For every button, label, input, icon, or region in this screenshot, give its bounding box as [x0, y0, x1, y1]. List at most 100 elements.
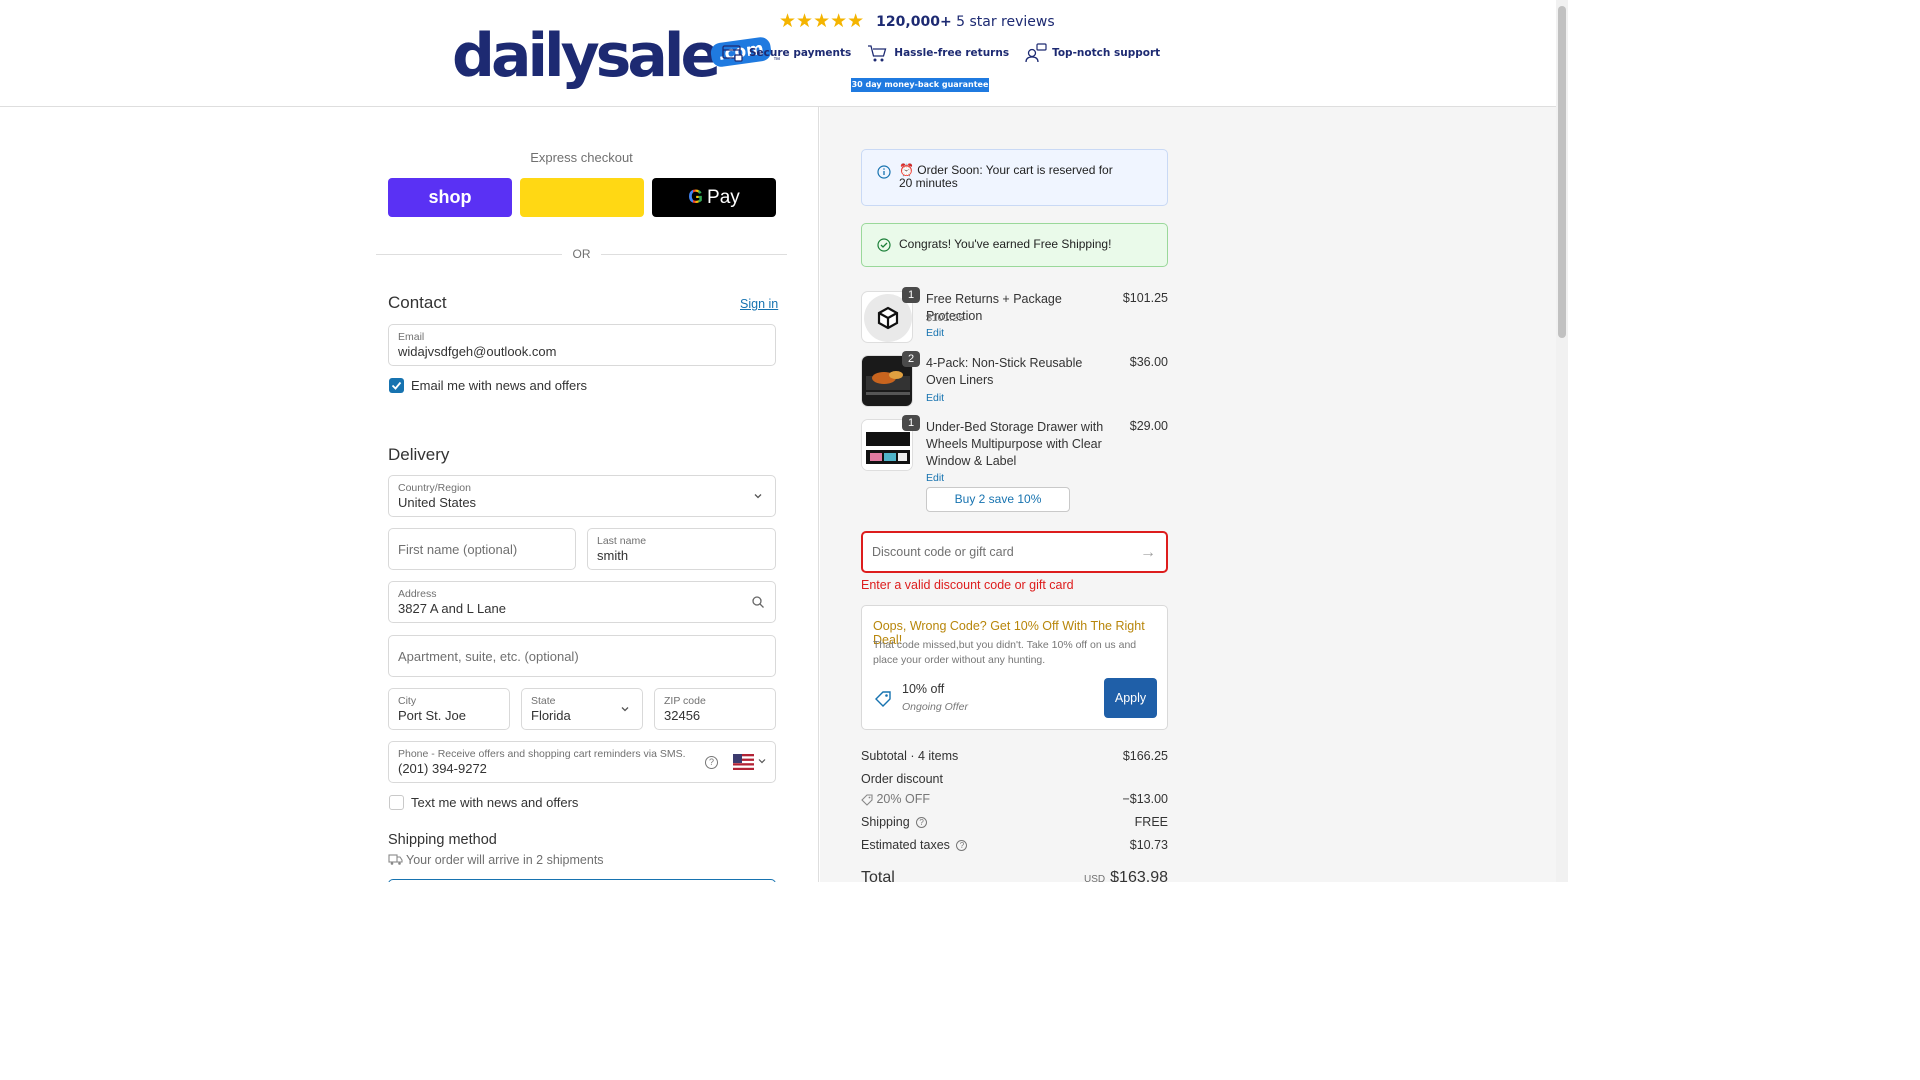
subtotal-value: $166.25: [1122, 749, 1168, 763]
shop-pay-button[interactable]: shop: [388, 178, 512, 217]
tag-icon: [875, 691, 891, 707]
first-name-placeholder: First name (optional): [398, 542, 518, 557]
item-name: 4-Pack: Non-Stick Reusable Oven Liners: [926, 356, 1083, 387]
email-label: Email: [398, 331, 425, 343]
chevron-down-icon: [621, 707, 629, 712]
phone-label: Phone - Receive offers and shopping cart…: [398, 748, 686, 760]
order-summary: ⏰ Order Soon: Your cart is reserved for …: [820, 107, 1556, 882]
cart-return-icon: [868, 45, 887, 62]
checkout-form: Express checkout shop G Pay OR Contact S…: [0, 107, 819, 882]
search-icon: [752, 596, 764, 608]
deal-offer-sub: Ongoing Offer: [902, 701, 968, 713]
contact-heading: Contact: [388, 293, 447, 312]
cart-item: 2 4-Pack: Non-Stick Reusable Oven Liners…: [861, 351, 1168, 415]
taxes-row: Estimated taxes ? $10.73: [861, 838, 1168, 852]
truck-icon: [388, 854, 403, 865]
phone-field[interactable]: Phone - Receive offers and shopping cart…: [388, 741, 776, 783]
logo-word: dailysale: [452, 21, 721, 91]
first-name-field[interactable]: First name (optional): [388, 528, 576, 570]
shipping-method-heading: Shipping method: [388, 832, 497, 848]
discount-code-input[interactable]: Discount code or gift card →: [861, 531, 1168, 573]
item-subprice: $101.25: [926, 312, 964, 324]
total-label: Total: [861, 869, 895, 882]
email-field[interactable]: Email widajvsdfgeh@outlook.com: [388, 324, 776, 366]
google-pay-button[interactable]: G Pay: [652, 178, 776, 217]
deal-body: That code missed,but you didn't. Take 10…: [873, 639, 1137, 666]
paypal-button[interactable]: [520, 178, 644, 217]
last-name-field[interactable]: Last name smith: [587, 528, 776, 570]
shipping-value: FREE: [1134, 815, 1168, 829]
email-news-label: Email me with news and offers: [411, 378, 588, 393]
star-rating-icon: ★★★★★: [779, 11, 865, 32]
shipments-note: Your order will arrive in 2 shipments: [406, 853, 604, 867]
reviews-banner: ★★★★★ 120,000+ 5 star reviews: [779, 10, 1055, 33]
cart-reserved-notice: ⏰ Order Soon: Your cart is reserved for …: [861, 149, 1168, 206]
item-price: $29.00: [1129, 419, 1168, 433]
help-icon[interactable]: ?: [916, 817, 928, 829]
badge-hassle-free-returns: Hassle-free returns: [867, 43, 1009, 63]
item-price: $36.00: [1129, 355, 1168, 369]
us-flag-icon[interactable]: [733, 754, 754, 770]
discount-code-row: 20% OFF −$13.00: [861, 792, 1168, 806]
zip-field[interactable]: ZIP code 32456: [654, 688, 776, 730]
help-icon[interactable]: ?: [705, 756, 718, 769]
address-label: Address: [398, 588, 437, 600]
page-scrollbar[interactable]: [1556, 0, 1568, 882]
address-field[interactable]: Address 3827 A and L Lane: [388, 581, 776, 623]
zip-label: ZIP code: [664, 695, 706, 707]
reviews-count: 120,000+: [876, 13, 952, 30]
email-value: widajvsdfgeh@outlook.com: [398, 344, 557, 359]
cart-reserved-text: Order Soon: Your cart is reserved for 20…: [899, 163, 1113, 190]
state-label: State: [531, 695, 556, 707]
item-edit-link[interactable]: Edit: [926, 472, 944, 484]
apply-deal-button[interactable]: Apply: [1104, 678, 1157, 718]
item-quantity-badge: 2: [902, 351, 920, 367]
currency-label: USD: [1084, 874, 1106, 882]
header: dailysale .com ™ ★★★★★ 120,000+ 5 star r…: [0, 0, 1556, 107]
alarm-clock-icon: ⏰: [899, 163, 914, 177]
badge-top-notch-support: Top-notch support: [1025, 43, 1160, 63]
money-back-guarantee-banner: 30 day money-back guarantee: [851, 78, 989, 92]
sign-in-link[interactable]: Sign in: [740, 297, 778, 311]
discount-placeholder: Discount code or gift card: [872, 545, 1014, 559]
help-icon[interactable]: ?: [956, 840, 968, 852]
shipping-label: Shipping: [861, 815, 910, 829]
deal-offer-box: Oops, Wrong Code? Get 10% Off With The R…: [861, 605, 1168, 730]
cart-item: 1 Free Returns + Package Protection $101…: [861, 287, 1168, 351]
phone-value: (201) 394-9272: [398, 761, 487, 776]
trust-badges: Secure payments Hassle-free returns Top-…: [722, 43, 1160, 63]
sms-news-checkbox[interactable]: [389, 795, 404, 810]
info-icon: [877, 165, 891, 179]
tag-icon: [861, 794, 873, 806]
zip-value: 32456: [664, 708, 701, 723]
or-divider: OR: [376, 245, 787, 265]
item-price: $101.25: [1122, 291, 1168, 305]
country-select[interactable]: Country/Region United States: [388, 475, 776, 517]
free-shipping-notice: Congrats! You've earned Free Shipping!: [861, 223, 1168, 267]
badge-secure-payments: Secure payments: [722, 43, 851, 63]
city-label: City: [398, 695, 417, 707]
discount-error-message: Enter a valid discount code or gift card: [861, 578, 1074, 592]
express-checkout-label: Express checkout: [530, 150, 633, 165]
cart-item: 1 Under-Bed Storage Drawer with Wheels M…: [861, 415, 1168, 489]
support-agent-icon: [1025, 43, 1047, 63]
email-news-checkbox[interactable]: [389, 378, 404, 393]
total-row: Total USD $163.98: [861, 869, 1168, 882]
item-quantity-badge: 1: [902, 287, 920, 303]
item-edit-link[interactable]: Edit: [926, 327, 944, 339]
last-name-label: Last name: [597, 535, 647, 547]
buy-2-save-button[interactable]: Buy 2 save 10%: [926, 487, 1070, 512]
scrollbar-thumb[interactable]: [1558, 6, 1566, 338]
city-field[interactable]: City Port St. Joe: [388, 688, 510, 730]
credit-card-lock-icon: [722, 45, 743, 62]
sms-news-label: Text me with news and offers: [411, 795, 579, 810]
taxes-label: Estimated taxes: [861, 838, 950, 852]
shipping-option[interactable]: [388, 879, 776, 882]
state-select[interactable]: State Florida: [521, 688, 643, 730]
arrow-right-icon[interactable]: →: [1140, 544, 1156, 562]
item-edit-link[interactable]: Edit: [926, 392, 944, 404]
delivery-heading: Delivery: [388, 445, 450, 464]
checkmark-icon: [391, 381, 402, 390]
order-discount-row: Order discount: [861, 772, 1168, 786]
apartment-field[interactable]: Apartment, suite, etc. (optional): [388, 635, 776, 677]
